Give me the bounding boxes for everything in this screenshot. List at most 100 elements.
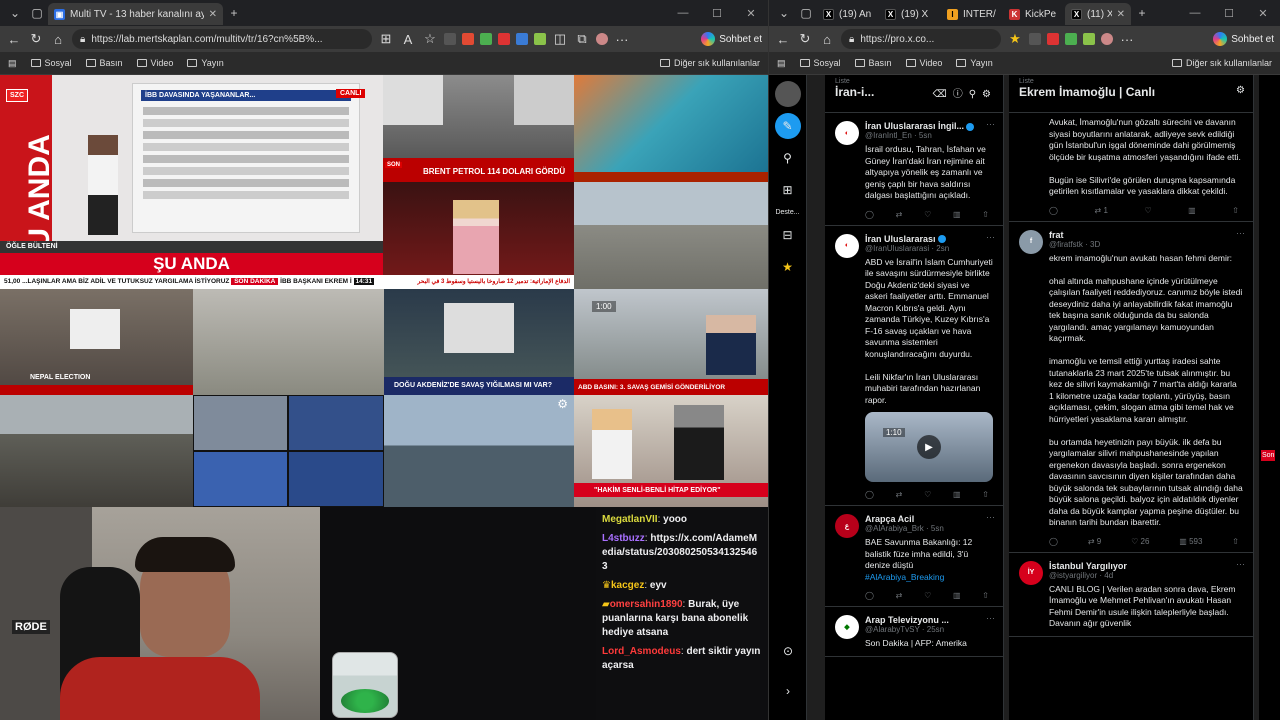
tweet-author[interactable]: İran Uluslararası İngil... xyxy=(865,121,993,131)
tv-tile-hazy-sky[interactable] xyxy=(193,289,384,395)
maximize-icon[interactable]: ☐ xyxy=(1212,0,1246,26)
settings-gear-icon[interactable]: ⚙ xyxy=(557,397,568,411)
more-icon[interactable]: ··· xyxy=(986,512,995,522)
refresh-icon[interactable]: ↻ xyxy=(28,31,44,47)
close-window-icon[interactable]: ✕ xyxy=(1246,0,1280,26)
tweet[interactable]: İY ··· İstanbul Yargılıyor @istyargiliyo… xyxy=(1009,553,1253,637)
close-window-icon[interactable]: ✕ xyxy=(734,0,768,26)
share-icon[interactable]: ⇧ xyxy=(982,490,989,499)
back-icon[interactable]: ← xyxy=(6,32,22,47)
expand-icon[interactable]: › xyxy=(775,678,801,704)
play-icon[interactable]: ▶ xyxy=(917,435,941,459)
other-bookmarks[interactable]: Diğer sık kullanılanlar xyxy=(1171,58,1272,68)
bookmarks-icon[interactable]: ▤ xyxy=(777,58,786,69)
column-settings-icon[interactable]: ⚙ xyxy=(1236,85,1245,96)
views-icon[interactable]: ▥ xyxy=(953,210,961,219)
tv-tile-abd-basini[interactable]: 1:00 ABD BASINI: 3. SAVAŞ GEMİSİ GÖNDERİ… xyxy=(574,289,768,395)
decks-icon[interactable]: ⊟ xyxy=(775,222,801,248)
favorite-icon[interactable]: ☆ xyxy=(422,31,438,47)
like-icon[interactable]: ♡ 26 xyxy=(1131,537,1149,546)
extension-icon[interactable] xyxy=(462,33,474,45)
starred-icon[interactable]: ★ xyxy=(775,254,801,280)
minimize-icon[interactable]: — xyxy=(666,0,700,26)
copilot-button[interactable]: Sohbet et xyxy=(701,32,762,46)
close-tab-icon[interactable]: ✕ xyxy=(209,9,217,20)
bookmark-yayin[interactable]: Yayın xyxy=(956,58,993,68)
reader-icon[interactable]: ⊞ xyxy=(378,31,394,47)
avatar[interactable]: ع xyxy=(835,514,859,538)
views-icon[interactable]: ▥ 593 xyxy=(1179,537,1202,546)
extension-icon[interactable] xyxy=(1065,33,1077,45)
tab-x-active[interactable]: X (11) X ✕ xyxy=(1065,3,1131,25)
like-icon[interactable]: ♡ xyxy=(924,490,931,499)
reply-icon[interactable]: ◯ xyxy=(865,490,874,499)
bookmark-video[interactable]: Video xyxy=(136,58,173,68)
tab-inter[interactable]: I INTER/ xyxy=(941,3,1003,25)
tv-tile-mountain-cams[interactable]: ⚙ xyxy=(384,395,574,507)
extension-icon[interactable] xyxy=(1047,33,1059,45)
retweet-icon[interactable]: ⇄ xyxy=(896,591,903,600)
share-icon[interactable]: ⇧ xyxy=(1232,537,1239,546)
extension-icon[interactable] xyxy=(480,33,492,45)
refresh-icon[interactable]: ↻ xyxy=(797,31,813,47)
workspaces-icon[interactable]: ▢ xyxy=(26,2,48,24)
tweet[interactable]: ◐ ··· İran Uluslararası @IranUluslararas… xyxy=(825,226,1003,506)
tv-tile-szc[interactable]: SZC ŞU ANDA İBB DAVASINDA YAŞANANLAR... … xyxy=(0,75,383,289)
hashtag-link[interactable]: #AlArabiya_Breaking xyxy=(865,572,993,584)
more-options-icon[interactable]: ⊙ xyxy=(775,638,801,664)
profile-avatar[interactable] xyxy=(1101,33,1113,45)
tab-x-1[interactable]: X (19) An xyxy=(817,3,879,25)
views-icon[interactable]: ▥ xyxy=(1188,206,1196,215)
retweet-icon[interactable]: ⇄ 1 xyxy=(1095,206,1108,215)
tweet-author[interactable]: İstanbul Yargılıyor xyxy=(1049,561,1243,571)
new-tab-icon[interactable]: + xyxy=(223,2,245,24)
tweet[interactable]: Avukat, İmamoğlu'nun gözaltı sürecini ve… xyxy=(1009,113,1253,222)
url-field[interactable]: 🔒︎ https://pro.x.co... xyxy=(841,29,1001,49)
tv-tile-city[interactable] xyxy=(574,182,768,289)
extension-icon[interactable] xyxy=(516,33,528,45)
more-icon[interactable]: ··· xyxy=(1236,559,1245,569)
workspaces-icon[interactable]: ▢ xyxy=(795,2,817,24)
tv-tile-nepal[interactable]: NEPAL ELECTION xyxy=(0,289,193,395)
like-icon[interactable]: ♡ xyxy=(924,591,931,600)
tab-x-2[interactable]: X (19) X xyxy=(879,3,941,25)
extension-icon[interactable] xyxy=(534,33,546,45)
tv-tile-explosion[interactable]: SON BRENT PETROL 114 DOLARI GÖRDÜ xyxy=(383,75,574,182)
tv-tile-doguakdeniz[interactable]: DOĞU AKDENİZ'DE SAVAŞ YIĞILMASI MI VAR? xyxy=(384,289,574,395)
tweet[interactable]: ع ··· Arapça Acil @AlArabiya_Brk · 5sn B… xyxy=(825,506,1003,607)
tweet[interactable]: f ··· frat @firatfstk · 3D ekrem imamoğl… xyxy=(1009,222,1253,553)
bookmark-basin[interactable]: Basın xyxy=(85,58,123,68)
bookmarks-icon[interactable]: ▤ xyxy=(8,58,17,69)
avatar[interactable]: ◐ xyxy=(835,121,859,145)
share-icon[interactable]: ⇧ xyxy=(982,210,989,219)
reply-icon[interactable]: ◯ xyxy=(1049,206,1058,215)
tab-actions-icon[interactable]: ⌄ xyxy=(773,2,795,24)
tweet[interactable]: ◆ ··· Arap Televizyonu ... @AlarabyTvSY … xyxy=(825,607,1003,657)
tv-tile-camera-grid[interactable] xyxy=(193,395,384,507)
profile-avatar[interactable] xyxy=(596,33,608,45)
reply-icon[interactable]: ◯ xyxy=(1049,537,1058,546)
bookmark-basin[interactable]: Basın xyxy=(854,58,892,68)
tweet-video[interactable]: ▶ 1:10 xyxy=(865,412,993,482)
more-icon[interactable]: ··· xyxy=(986,232,995,242)
menu-icon[interactable]: ··· xyxy=(1119,32,1135,47)
tab-kick[interactable]: K KickPe xyxy=(1003,3,1065,25)
new-tab-icon[interactable]: + xyxy=(1131,2,1153,24)
tv-tile-arabic-news[interactable]: الدفاع الإماراتية: تدمير 12 صاروخا باليس… xyxy=(383,182,574,289)
bookmark-video[interactable]: Video xyxy=(905,58,942,68)
chat-username[interactable]: omersahin1890 xyxy=(610,599,683,610)
chat-username[interactable]: Lord_Asmodeus xyxy=(602,646,681,657)
search-icon[interactable]: ⚲ xyxy=(775,145,801,171)
avatar[interactable]: f xyxy=(1019,229,1043,254)
avatar[interactable]: ◐ xyxy=(835,233,859,258)
copilot-button[interactable]: Sohbet et xyxy=(1213,32,1274,46)
bookmark-sosyal[interactable]: Sosyal xyxy=(799,58,841,68)
compose-post-icon[interactable]: ✎ xyxy=(774,113,801,139)
more-icon[interactable]: ··· xyxy=(986,613,995,623)
url-field[interactable]: 🔒︎ https://lab.mertskaplan.com/multitv/t… xyxy=(72,29,372,49)
minimize-icon[interactable]: — xyxy=(1178,0,1212,26)
reply-icon[interactable]: ◯ xyxy=(865,210,874,219)
user-avatar[interactable] xyxy=(774,81,801,107)
split-screen-icon[interactable]: ◫ xyxy=(552,31,568,47)
tab-multitv[interactable]: ▣ Multi TV - 13 haber kanalını aynı a ✕ xyxy=(48,3,223,25)
